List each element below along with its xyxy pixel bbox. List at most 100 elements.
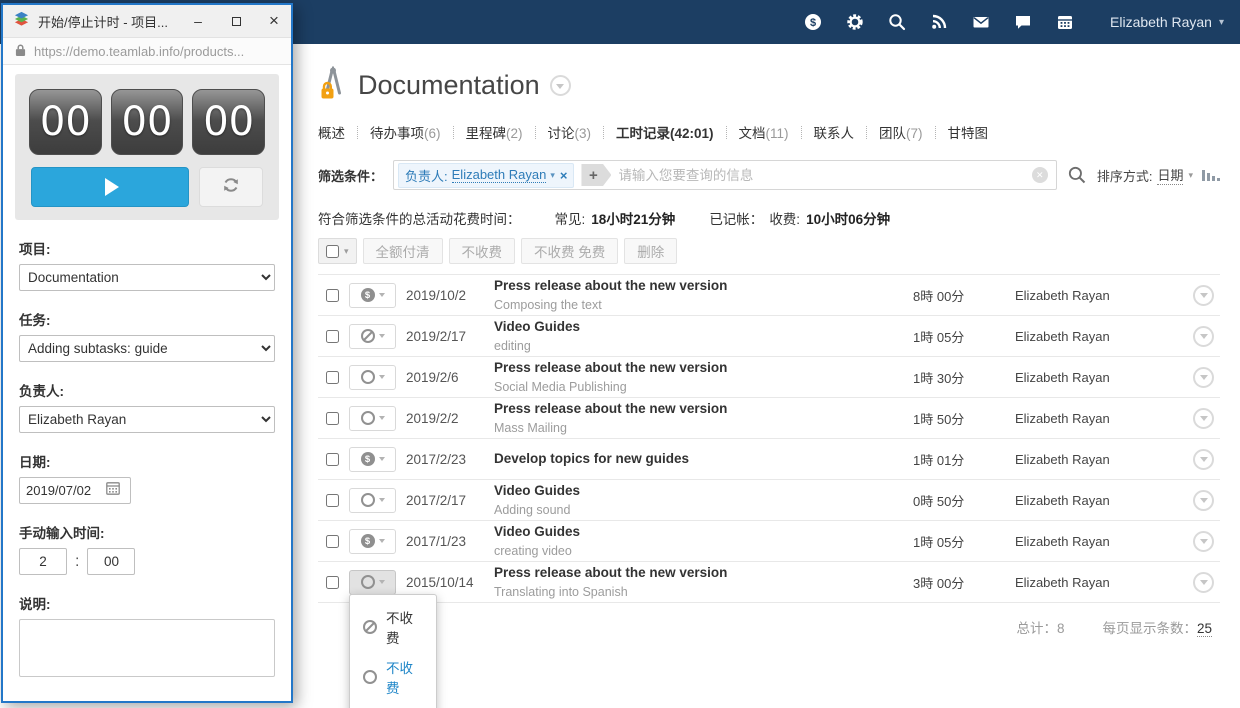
chip-remove-icon[interactable]: × <box>560 168 568 183</box>
toolbar-button[interactable]: 删除 <box>624 238 678 264</box>
project-actions-icon[interactable] <box>549 75 571 96</box>
search-icon[interactable] <box>888 13 906 31</box>
status-menu-item[interactable]: 收费 <box>350 702 436 708</box>
chevron-down-icon <box>378 293 385 297</box>
tab-label: 团队 <box>879 126 907 141</box>
search-icon[interactable] <box>1067 165 1087 185</box>
tab-联系人[interactable]: 联系人 <box>802 120 867 144</box>
feed-icon[interactable] <box>930 13 948 31</box>
start-timer-button[interactable] <box>31 167 189 207</box>
date-field[interactable] <box>19 477 131 504</box>
task-select[interactable]: Adding subtasks: guide <box>19 335 275 362</box>
settings-gear-icon[interactable] <box>846 13 864 31</box>
hours-input[interactable] <box>19 548 67 575</box>
row-task-title[interactable]: Video Guides <box>494 483 580 498</box>
tab-甘特图[interactable]: 甘特图 <box>936 120 1001 144</box>
maximize-icon[interactable] <box>221 8 251 34</box>
toolbar-button[interactable]: 不收费 免费 <box>521 238 619 264</box>
row-task-title[interactable]: Press release about the new version <box>494 565 727 580</box>
billing-status-button[interactable] <box>349 569 396 595</box>
add-filter-button[interactable]: + <box>581 164 612 186</box>
tab-讨论[interactable]: 讨论(3) <box>536 120 604 144</box>
mail-icon[interactable] <box>972 13 990 31</box>
sort-value[interactable]: 日期 <box>1157 165 1184 185</box>
row-task-title[interactable]: Press release about the new version <box>494 401 727 416</box>
row-checkbox[interactable] <box>326 411 339 425</box>
timer-minutes: 00 <box>110 89 184 155</box>
billing-status-button[interactable] <box>349 282 396 308</box>
billing-status-button[interactable] <box>349 528 396 554</box>
row-actions-icon[interactable] <box>1193 366 1214 388</box>
row-checkbox[interactable] <box>326 534 339 548</box>
calendar-icon[interactable] <box>1056 13 1074 31</box>
row-person[interactable]: Elizabeth Rayan <box>1015 452 1183 467</box>
status-menu-item[interactable]: 不收费 <box>350 652 436 702</box>
responsible-select[interactable]: Elizabeth Rayan <box>19 406 275 433</box>
row-checkbox[interactable] <box>326 493 339 507</box>
row-person[interactable]: Elizabeth Rayan <box>1015 370 1183 385</box>
row-actions-icon[interactable] <box>1193 325 1214 347</box>
billing-status-button[interactable] <box>349 446 396 472</box>
billing-status-button[interactable] <box>349 364 396 390</box>
close-icon[interactable]: × <box>259 8 289 34</box>
address-bar[interactable]: https://demo.teamlab.info/products... <box>3 38 291 65</box>
tab-文档[interactable]: 文档(11) <box>727 120 801 144</box>
row-actions-icon[interactable] <box>1193 284 1214 306</box>
row-task-title[interactable]: Press release about the new version <box>494 360 727 375</box>
row-checkbox[interactable] <box>326 370 339 384</box>
note-textarea[interactable] <box>19 619 275 677</box>
row-actions-icon[interactable] <box>1193 448 1214 470</box>
tab-待办事项[interactable]: 待办事项(6) <box>358 120 453 144</box>
row-checkbox[interactable] <box>326 329 339 343</box>
calendar-icon[interactable] <box>106 481 120 500</box>
tab-概述[interactable]: 概述 <box>318 120 357 144</box>
project-select[interactable]: Documentation <box>19 264 275 291</box>
row-actions-icon[interactable] <box>1193 571 1214 593</box>
tab-团队[interactable]: 团队(7) <box>867 120 935 144</box>
row-checkbox[interactable] <box>326 575 339 589</box>
row-actions-icon[interactable] <box>1193 489 1214 511</box>
row-checkbox[interactable] <box>326 288 339 302</box>
date-input[interactable] <box>26 483 100 498</box>
clear-circle-icon[interactable]: ✕ <box>1031 167 1048 183</box>
sort-bars-icon[interactable] <box>1202 169 1220 181</box>
row-checkbox[interactable] <box>326 452 339 466</box>
chip-value[interactable]: Elizabeth Rayan <box>451 167 547 183</box>
row-person[interactable]: Elizabeth Rayan <box>1015 288 1183 303</box>
window-titlebar[interactable]: 开始/停止计时 - 项目... – × <box>3 5 291 38</box>
toolbar-button[interactable]: 全额付清 <box>362 238 443 264</box>
row-actions-icon[interactable] <box>1193 530 1214 552</box>
row-person[interactable]: Elizabeth Rayan <box>1015 575 1183 590</box>
tab-工时记录[interactable]: 工时记录(42:01) <box>604 120 726 144</box>
payments-icon[interactable]: $ <box>804 13 822 31</box>
filter-chip-responsible[interactable]: 负责人: Elizabeth Rayan ▾ × <box>398 162 575 188</box>
row-task-title[interactable]: Develop topics for new guides <box>494 451 689 466</box>
row-person[interactable]: Elizabeth Rayan <box>1015 411 1183 426</box>
row-person[interactable]: Elizabeth Rayan <box>1015 534 1183 549</box>
per-page-value[interactable]: 25 <box>1196 621 1212 637</box>
row-time-spent: 1時 30分 <box>913 370 965 386</box>
minutes-input[interactable] <box>87 548 136 575</box>
row-actions-icon[interactable] <box>1193 407 1214 429</box>
chevron-down-icon[interactable]: ▾ <box>1188 170 1193 181</box>
row-task-title[interactable]: Video Guides <box>494 319 580 334</box>
reset-timer-button[interactable] <box>199 167 263 207</box>
row-person[interactable]: Elizabeth Rayan <box>1015 329 1183 344</box>
user-menu[interactable]: Elizabeth Rayan ▾ <box>1110 14 1224 30</box>
select-all-combo[interactable]: ▾ <box>318 238 357 264</box>
row-person[interactable]: Elizabeth Rayan <box>1015 493 1183 508</box>
tab-里程碑[interactable]: 里程碑(2) <box>454 120 535 144</box>
billing-status-button[interactable] <box>349 405 396 431</box>
chevron-down-icon[interactable]: ▾ <box>550 170 555 181</box>
filter-box[interactable]: 负责人: Elizabeth Rayan ▾ × + ✕ <box>393 160 1057 190</box>
minimize-icon[interactable]: – <box>183 8 213 34</box>
select-all-checkbox[interactable] <box>326 244 339 258</box>
billing-status-button[interactable] <box>349 323 396 349</box>
filter-search-input[interactable] <box>618 167 1025 183</box>
toolbar-button[interactable]: 不收费 <box>448 238 516 264</box>
row-task-title[interactable]: Video Guides <box>494 524 580 539</box>
row-task-title[interactable]: Press release about the new version <box>494 278 727 293</box>
billing-status-button[interactable] <box>349 487 396 513</box>
chat-icon[interactable] <box>1014 13 1032 31</box>
status-menu-item[interactable]: 不收费 <box>350 602 436 652</box>
